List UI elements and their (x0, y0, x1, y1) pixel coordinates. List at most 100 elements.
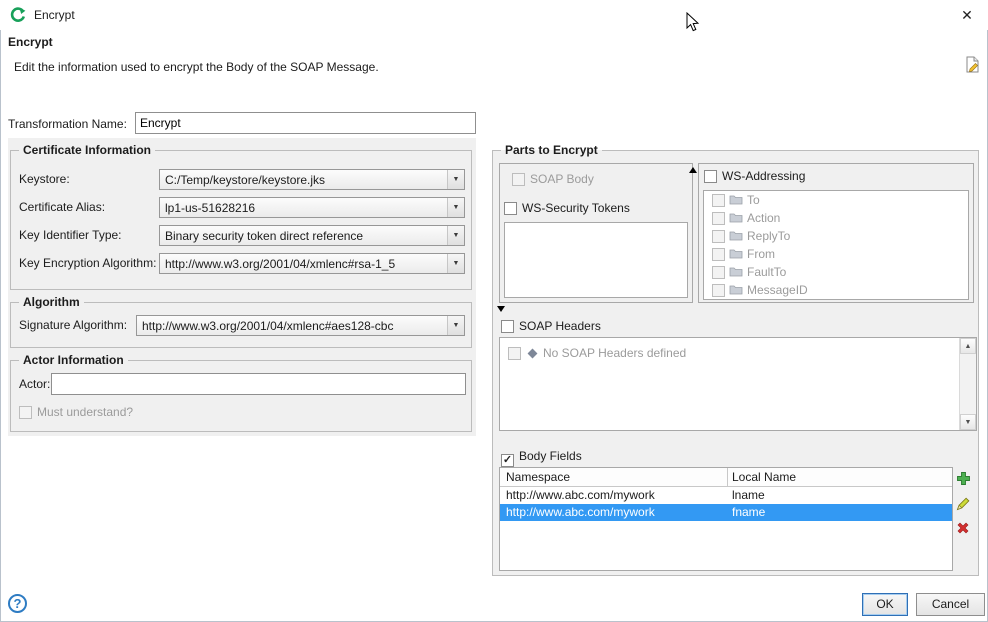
ws-security-tokens-checkbox[interactable] (504, 202, 517, 215)
body-fields-label: Body Fields (519, 449, 582, 463)
soap-body-label: SOAP Body (530, 172, 594, 186)
tree-item-label: FaultTo (747, 265, 786, 279)
soap-headers-label: SOAP Headers (519, 319, 601, 333)
mouse-cursor (686, 12, 700, 35)
cell-namespace: http://www.abc.com/mywork (506, 504, 655, 521)
certificate-information-title: Certificate Information (19, 143, 155, 157)
ws-addressing-tree: To Action ReplyTo From FaultTo MessageID (703, 190, 969, 300)
actor-label: Actor: (19, 377, 50, 391)
soap-headers-row: SOAP Headers (501, 319, 601, 333)
no-soap-headers-label: No SOAP Headers defined (543, 346, 686, 360)
from-checkbox (712, 248, 725, 261)
chevron-down-icon: ▼ (447, 226, 464, 245)
scroll-up-icon[interactable]: ▲ (960, 338, 976, 354)
tree-item-label: ReplyTo (747, 229, 790, 243)
key-identifier-type-dropdown[interactable]: Binary security token direct reference ▼ (159, 225, 465, 246)
title-bar: Encrypt ✕ (0, 0, 988, 30)
folder-icon (729, 246, 743, 264)
actor-input[interactable] (51, 373, 466, 395)
column-divider (727, 468, 728, 487)
certificate-information-group: Certificate Information Keystore: C:/Tem… (10, 150, 472, 290)
soap-body-row: SOAP Body (512, 172, 594, 186)
signature-algorithm-dropdown[interactable]: http://www.w3.org/2001/04/xmlenc#aes128-… (136, 315, 465, 336)
cell-namespace: http://www.abc.com/mywork (506, 487, 655, 504)
to-checkbox (712, 194, 725, 207)
splitter-arrow-icon[interactable] (497, 306, 505, 312)
cell-local-name: fname (732, 504, 765, 521)
key-encryption-algorithm-label: Key Encryption Algorithm: (19, 256, 156, 270)
must-understand-checkbox (19, 406, 32, 419)
must-understand-label: Must understand? (37, 405, 133, 419)
column-header-local-name[interactable]: Local Name (732, 470, 796, 484)
window-title: Encrypt (34, 8, 75, 22)
tree-item-action: Action (704, 209, 968, 227)
page-title: Encrypt (8, 35, 53, 49)
close-icon[interactable]: ✕ (956, 5, 978, 25)
ws-addressing-checkbox[interactable] (704, 170, 717, 183)
parts-to-encrypt-group: Parts to Encrypt SOAP Body WS-Security T… (492, 150, 979, 576)
column-header-namespace[interactable]: Namespace (506, 470, 570, 484)
folder-icon (729, 210, 743, 228)
body-fields-table: Namespace Local Name http://www.abc.com/… (499, 467, 953, 571)
soap-headers-scrollbar[interactable]: ▲ ▼ (959, 338, 976, 430)
cancel-button[interactable]: Cancel (916, 593, 985, 616)
delete-row-button[interactable] (956, 521, 972, 537)
algorithm-group: Algorithm Signature Algorithm: http://ww… (10, 302, 472, 348)
key-identifier-type-value: Binary security token direct reference (165, 229, 445, 243)
key-encryption-algorithm-dropdown[interactable]: http://www.w3.org/2001/04/xmlenc#rsa-1_5… (159, 253, 465, 274)
help-button[interactable]: ? (8, 594, 27, 613)
soap-body-panel: SOAP Body WS-Security Tokens (499, 163, 693, 303)
chevron-down-icon: ▼ (447, 254, 464, 273)
ws-security-tokens-row: WS-Security Tokens (504, 201, 630, 215)
transformation-name-input[interactable] (135, 112, 476, 134)
replyto-checkbox (712, 230, 725, 243)
ws-addressing-row: WS-Addressing (704, 169, 805, 183)
action-checkbox (712, 212, 725, 225)
no-soap-headers-checkbox (508, 347, 521, 360)
body-fields-checkbox[interactable]: ✓ (501, 454, 514, 467)
tree-item-from: From (704, 245, 968, 263)
key-encryption-algorithm-value: http://www.w3.org/2001/04/xmlenc#rsa-1_5 (165, 257, 445, 271)
ok-button[interactable]: OK (862, 593, 908, 616)
messageid-checkbox (712, 284, 725, 297)
table-header: Namespace Local Name (500, 468, 952, 487)
tree-item-label: From (747, 247, 775, 261)
edit-document-icon (964, 56, 981, 73)
folder-icon (729, 264, 743, 282)
scroll-down-icon[interactable]: ▼ (960, 414, 976, 430)
transformation-name-label: Transformation Name: (8, 117, 127, 131)
signature-algorithm-value: http://www.w3.org/2001/04/xmlenc#aes128-… (142, 319, 445, 333)
actor-information-group: Actor Information Actor: Must understand… (10, 360, 472, 432)
cell-local-name: lname (732, 487, 765, 504)
table-row-selected[interactable]: http://www.abc.com/mywork fname (500, 504, 952, 521)
chevron-down-icon: ▼ (447, 170, 464, 189)
add-row-button[interactable] (956, 471, 972, 487)
must-understand-row: Must understand? (19, 405, 133, 419)
app-icon (10, 7, 26, 23)
table-row[interactable]: http://www.abc.com/mywork lname (500, 487, 952, 504)
soap-headers-list: No SOAP Headers defined ▲ ▼ (499, 337, 977, 431)
chevron-down-icon: ▼ (447, 316, 464, 335)
ws-addressing-label: WS-Addressing (722, 169, 805, 183)
certificate-alias-dropdown[interactable]: lp1-us-51628216 ▼ (159, 197, 465, 218)
left-form-panel: Certificate Information Keystore: C:/Tem… (8, 138, 476, 436)
certificate-alias-label: Certificate Alias: (19, 200, 105, 214)
parts-to-encrypt-title: Parts to Encrypt (501, 143, 602, 157)
keystore-value: C:/Temp/keystore/keystore.jks (165, 173, 445, 187)
key-identifier-type-label: Key Identifier Type: (19, 228, 122, 242)
algorithm-title: Algorithm (19, 295, 84, 309)
encrypt-dialog: Encrypt ✕ Encrypt Edit the information u… (0, 0, 988, 622)
edit-row-button[interactable] (956, 496, 972, 512)
splitter-arrow-icon[interactable] (689, 167, 697, 173)
chevron-down-icon: ▼ (447, 198, 464, 217)
ws-security-tokens-list[interactable] (504, 222, 688, 298)
tree-item-label: To (747, 193, 760, 207)
keystore-dropdown[interactable]: C:/Temp/keystore/keystore.jks ▼ (159, 169, 465, 190)
actor-information-title: Actor Information (19, 353, 128, 367)
check-icon: ✓ (502, 454, 513, 466)
soap-headers-checkbox[interactable] (501, 320, 514, 333)
ws-security-tokens-label: WS-Security Tokens (522, 201, 630, 215)
folder-icon (729, 282, 743, 300)
folder-icon (729, 228, 743, 246)
body-fields-row: ✓ Body Fields (501, 449, 582, 467)
